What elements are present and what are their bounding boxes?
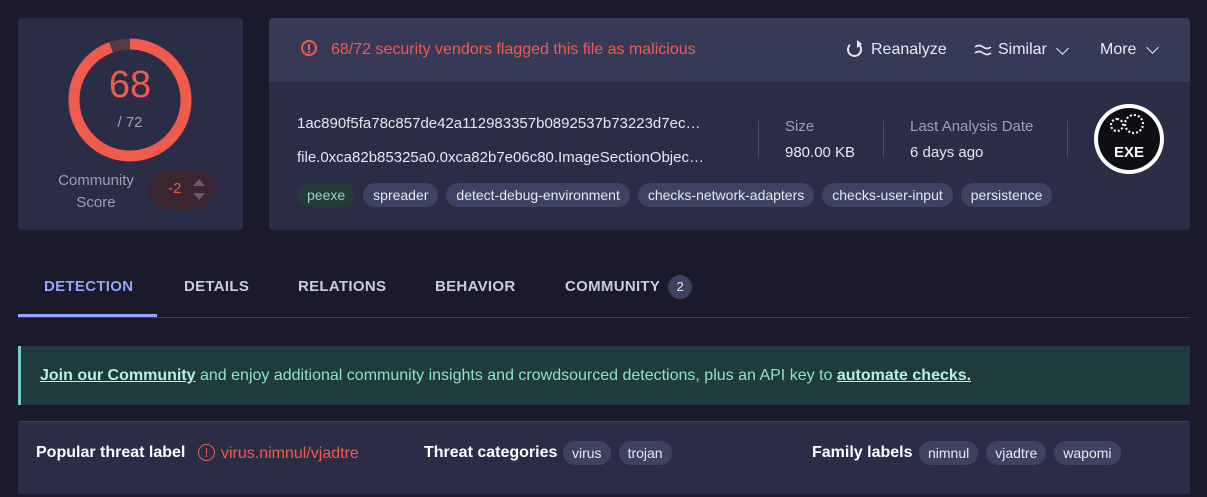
detection-count: 68 — [108, 64, 152, 106]
family-chip[interactable]: vjadtre — [986, 441, 1047, 465]
tag-persistence[interactable]: persistence — [960, 183, 1053, 207]
tab-behavior[interactable]: BEHAVIOR — [435, 278, 515, 295]
more-button[interactable]: More — [1100, 41, 1136, 59]
tab-bar: DETECTION DETAILS RELATIONS BEHAVIOR COM… — [18, 262, 1190, 318]
tag-checks-user-input[interactable]: checks-user-input — [822, 183, 953, 207]
community-score-value: -2 — [168, 180, 182, 197]
chevron-down-icon[interactable] — [1146, 41, 1159, 54]
category-chip[interactable]: trojan — [618, 441, 672, 465]
size-label: Size — [785, 118, 815, 135]
family-chip[interactable]: wapomi — [1054, 441, 1121, 465]
family-labels-label: Family labels — [812, 444, 913, 461]
threat-summary: Popular threat label virus.nimnul/vjadtr… — [18, 421, 1190, 494]
tag-peexe[interactable]: peexe — [297, 183, 356, 207]
reanalyze-icon[interactable] — [847, 40, 862, 57]
family-chip[interactable]: nimnul — [919, 441, 979, 465]
file-type-badge: EXE — [1094, 104, 1164, 174]
automate-checks-link[interactable]: automate checks. — [837, 367, 971, 384]
threat-categories-label: Threat categories — [424, 444, 558, 461]
divider — [758, 121, 759, 157]
popular-threat-value[interactable]: virus.nimnul/vjadtre — [221, 445, 359, 463]
community-banner: Join our Community and enjoy additional … — [18, 346, 1190, 405]
alert-icon — [198, 444, 215, 461]
community-score-widget[interactable]: -2 — [148, 170, 215, 210]
file-hash[interactable]: 1ac890f5fa78c857de42a112983357b0892537b7… — [297, 115, 737, 132]
tab-relations[interactable]: RELATIONS — [298, 278, 386, 295]
threat-categories: virus trojan — [563, 441, 680, 465]
gear-icon — [1110, 118, 1124, 132]
alert-header: 68/72 security vendors flagged this file… — [269, 18, 1190, 82]
similar-icon[interactable] — [974, 43, 992, 57]
size-value: 980.00 KB — [785, 144, 856, 161]
file-type-icon: EXE — [1098, 108, 1160, 170]
community-score-label: Community Score — [58, 172, 134, 211]
family-labels: nimnul vjadtre wapomi — [919, 441, 1129, 465]
file-type-label: EXE — [1113, 144, 1144, 161]
file-info-card: 68/72 security vendors flagged this file… — [269, 18, 1190, 230]
tag-spreader[interactable]: spreader — [363, 183, 439, 207]
last-analysis-label: Last Analysis Date — [910, 118, 1034, 135]
divider — [883, 121, 884, 157]
malicious-alert-text: 68/72 security vendors flagged this file… — [331, 41, 696, 58]
category-chip[interactable]: virus — [563, 441, 611, 465]
vendor-total: / 72 — [117, 114, 143, 131]
chevron-down-icon[interactable] — [1056, 42, 1069, 55]
file-tags: peexe spreader detect-debug-environment che… — [297, 183, 1060, 207]
similar-button[interactable]: Similar — [998, 41, 1047, 59]
vote-down-icon[interactable] — [193, 193, 205, 200]
last-analysis-value: 6 days ago — [910, 144, 984, 161]
gear-icon — [1124, 114, 1144, 134]
banner-middle-text: and enjoy additional community insights … — [195, 367, 837, 384]
alert-icon — [301, 40, 317, 56]
tab-detection[interactable]: DETECTION — [44, 278, 133, 295]
tag-checks-network-adapters[interactable]: checks-network-adapters — [637, 183, 815, 207]
divider — [1067, 121, 1068, 157]
tab-community-label: COMMUNITY — [565, 277, 661, 295]
community-vote-stepper[interactable] — [192, 177, 206, 203]
banner-text: Join our Community and enjoy additional … — [40, 367, 971, 385]
popular-threat-label: Popular threat label — [36, 444, 186, 461]
community-count-badge: 2 — [668, 275, 693, 299]
reanalyze-button[interactable]: Reanalyze — [871, 41, 947, 59]
vote-up-icon[interactable] — [193, 179, 205, 186]
tag-detect-debug-environment[interactable]: detect-debug-environment — [446, 183, 630, 207]
tab-community[interactable]: COMMUNITY 2 — [565, 275, 693, 299]
tab-details[interactable]: DETAILS — [184, 278, 249, 295]
file-name: file.0xca82b85325a0.0xca82b7e06c80.Image… — [297, 149, 704, 166]
join-community-link[interactable]: Join our Community — [40, 367, 196, 384]
detection-ring: 68 / 72 — [66, 36, 194, 164]
detection-score-card: 68 / 72 Community Score -2 — [18, 18, 243, 230]
tab-divider — [18, 317, 1190, 318]
